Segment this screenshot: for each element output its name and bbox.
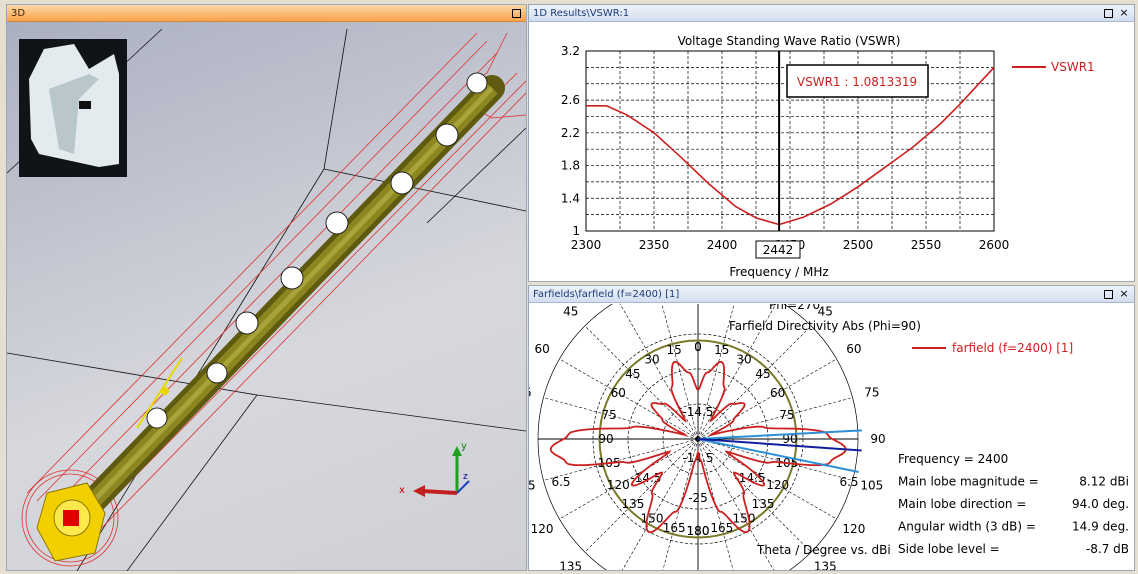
- farfield-panel-title: Farfields\farfield (f=2400) [1]: [533, 289, 680, 300]
- result-label: Side lobe level =: [898, 542, 1000, 556]
- axis-y-label: y: [461, 441, 467, 452]
- marker-x-value: 2442: [763, 243, 794, 257]
- vswr-panel-title: 1D Results\VSWR:1: [533, 8, 630, 19]
- result-value: 14.9 deg.: [1072, 520, 1129, 534]
- phi-top-label: Phi=270: [769, 304, 820, 312]
- angle-label: 165: [710, 521, 733, 535]
- maximize-icon[interactable]: [510, 7, 522, 19]
- radial-label: 6.5: [551, 475, 570, 489]
- close-icon[interactable]: ×: [1118, 7, 1130, 19]
- angle-label: 75: [779, 408, 794, 422]
- angle-label: 165: [663, 521, 686, 535]
- angle-label: 45: [625, 367, 640, 381]
- farfield-polar-chart: 00 15153030454560607575909010510512012013…: [529, 304, 1129, 570]
- chart-title: Voltage Standing Wave Ratio (VSWR): [678, 34, 901, 48]
- result-label: Main lobe direction =: [898, 497, 1026, 511]
- farfield-panel: Farfields\farfield (f=2400) [1] × 0 0 15 15…: [528, 285, 1135, 571]
- angle-label: 60: [770, 386, 785, 400]
- angle-label: 90: [598, 432, 613, 446]
- preview-thumbnail: [19, 39, 127, 177]
- angle-label: 15: [714, 343, 729, 357]
- farfield-title-bar[interactable]: Farfields\farfield (f=2400) [1] ×: [529, 286, 1134, 303]
- outer-angle-label: 60: [534, 342, 549, 356]
- radial-label: -25: [688, 491, 708, 505]
- angle-label: 75: [601, 408, 616, 422]
- y-tick-label: 2.2: [561, 126, 580, 140]
- angle-label: 30: [736, 352, 751, 366]
- result-label: Main lobe magnitude =: [898, 475, 1039, 489]
- angle-label: 180: [687, 524, 710, 538]
- outer-angle-label: 75: [529, 385, 532, 399]
- angle-label: 120: [607, 478, 630, 492]
- y-tick-label: 1.4: [561, 191, 580, 205]
- result-label: Angular width (3 dB) =: [898, 520, 1036, 534]
- radial-label: 6.5: [839, 475, 858, 489]
- outer-angle-label: 120: [531, 522, 554, 536]
- outer-angle-label: 120: [842, 522, 865, 536]
- x-tick-label: 2600: [979, 238, 1010, 252]
- axis-x-label: x: [399, 485, 405, 496]
- antenna-cylinders: [64, 72, 505, 531]
- outer-angle-label: 135: [814, 559, 837, 570]
- x-tick-label: 2300: [571, 238, 602, 252]
- legend-label: VSWR1: [1051, 60, 1095, 74]
- polar-title: Farfield Directivity Abs (Phi=90): [729, 319, 921, 333]
- axis-z-label: z: [463, 472, 468, 482]
- result-value: 94.0 deg.: [1072, 497, 1129, 511]
- outer-angle-label: 105: [529, 479, 536, 493]
- x-axis-label: Frequency / MHz: [729, 265, 828, 279]
- 3d-view-panel: 3D x y z: [6, 4, 527, 571]
- marker-value: VSWR1 : 1.0813319: [797, 75, 917, 89]
- outer-angle-label: 90: [870, 432, 885, 446]
- outer-angle-label: 45: [563, 305, 578, 319]
- polar-axis-label: Theta / Degree vs. dBi: [756, 543, 891, 557]
- y-tick-label: 2.6: [561, 93, 580, 107]
- 3d-view-title: 3D: [11, 8, 26, 19]
- close-icon[interactable]: ×: [1118, 288, 1130, 300]
- angle-label: 135: [621, 497, 644, 511]
- marker-label-box: VSWR1 : 1.0813319: [786, 64, 929, 98]
- outer-angle-label: 105: [860, 479, 883, 493]
- outer-angle-label: 75: [864, 385, 879, 399]
- angle-label: 150: [733, 512, 756, 526]
- vswr-title-bar[interactable]: 1D Results\VSWR:1 ×: [529, 5, 1134, 22]
- vswr-chart: Voltage Standing Wave Ratio (VSWR) Frequ…: [561, 34, 1095, 279]
- angle-label: 45: [755, 367, 770, 381]
- axes-triad-icon: x y z: [399, 441, 470, 497]
- angle-label: 150: [641, 512, 664, 526]
- angle-label: 60: [611, 386, 626, 400]
- x-tick-label: 2350: [639, 238, 670, 252]
- maximize-icon[interactable]: [1102, 7, 1114, 19]
- 3d-view-title-bar[interactable]: 3D: [7, 5, 526, 22]
- result-label: Frequency = 2400: [898, 452, 1008, 466]
- vswr-panel: 1D Results\VSWR:1 × Voltage Standing Wav…: [528, 4, 1135, 282]
- radial-label: -14.5: [682, 405, 713, 419]
- y-tick-label: 3.2: [561, 44, 580, 58]
- angle-label: 0: [694, 340, 702, 354]
- angle-label: 120: [766, 478, 789, 492]
- marker-x-label-box: 2442: [755, 240, 801, 259]
- y-tick-label: 1.8: [561, 159, 580, 173]
- legend-label: farfield (f=2400) [1]: [952, 341, 1073, 355]
- legend: farfield (f=2400) [1]: [912, 341, 1073, 355]
- x-tick-label: 2500: [843, 238, 874, 252]
- y-tick-label: 1: [572, 224, 580, 238]
- x-tick-label: 2400: [707, 238, 738, 252]
- outer-angle-label: 60: [846, 342, 861, 356]
- x-tick-label: 2550: [911, 238, 942, 252]
- outer-angle-label: 135: [559, 559, 582, 570]
- maximize-icon[interactable]: [1102, 288, 1114, 300]
- angle-label: 15: [667, 343, 682, 357]
- angle-label: 135: [752, 497, 775, 511]
- angle-label: 30: [644, 352, 659, 366]
- result-value: 8.12 dBi: [1079, 475, 1129, 489]
- legend: VSWR1: [1012, 60, 1095, 74]
- result-value: -8.7 dB: [1086, 542, 1129, 556]
